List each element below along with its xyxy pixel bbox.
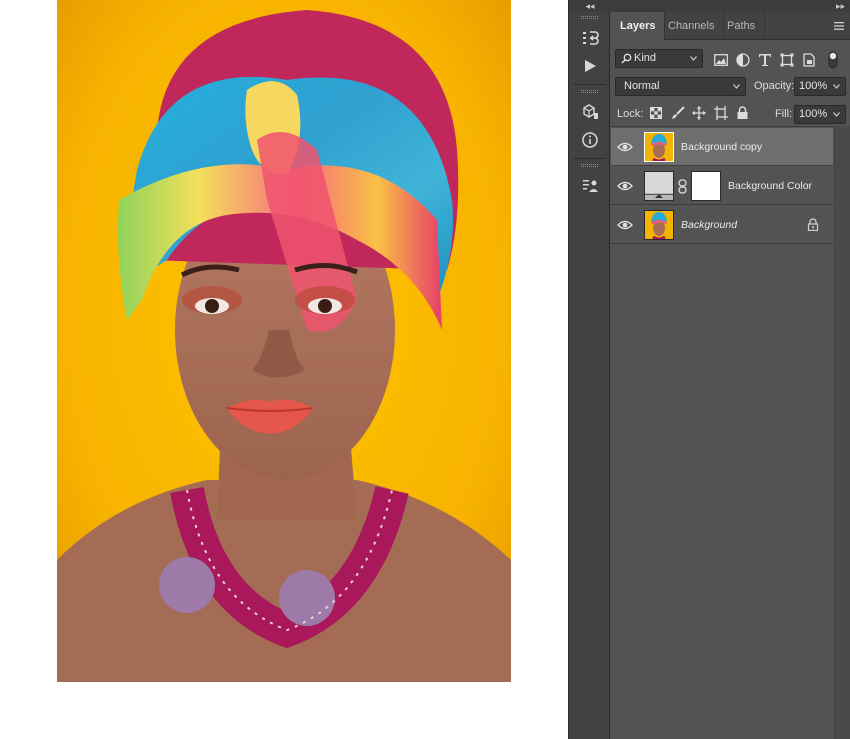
info-button[interactable] [569, 126, 610, 154]
layer-mask-thumbnail[interactable] [691, 171, 721, 201]
strip-grip-3[interactable] [581, 164, 598, 167]
type-filter-icon [759, 54, 771, 66]
blend-mode-value: Normal [624, 80, 660, 92]
layer-name[interactable]: Background Color [728, 180, 812, 192]
shape-filter-button[interactable] [779, 52, 795, 68]
artboard-icon[interactable] [714, 106, 728, 120]
chevron-down-icon [733, 84, 740, 89]
actions-button[interactable] [569, 52, 610, 80]
smart-object-filter-icon [803, 53, 815, 67]
layer-name[interactable]: Background copy [681, 141, 762, 153]
chevron-down-icon[interactable] [833, 112, 840, 117]
eye-icon[interactable] [617, 139, 633, 155]
properties-icon [582, 180, 598, 192]
properties-button[interactable] [569, 172, 610, 200]
adjustment-filter-button[interactable] [735, 52, 751, 68]
opacity-value[interactable]: 100% [799, 80, 827, 92]
search-icon [621, 53, 632, 64]
collapse-arrows-icon[interactable]: ◂◂ [585, 1, 594, 11]
3d-icon [582, 104, 598, 119]
image-filter-icon [714, 54, 728, 66]
play-icon [584, 60, 596, 72]
chain-link-icon[interactable] [678, 179, 687, 194]
layers-panel: Layers Channels Paths Kind Normal Opacit… [611, 12, 850, 739]
pixel-filter-button[interactable] [713, 52, 729, 68]
type-filter-button[interactable] [757, 52, 773, 68]
chevron-down-icon [690, 56, 697, 61]
move-icon[interactable] [692, 106, 706, 120]
filter-toggle[interactable] [827, 51, 839, 69]
filter-kind-label: Kind [634, 52, 657, 64]
expand-arrows-icon[interactable]: ▸▸ [836, 1, 845, 11]
tab-layers[interactable]: Layers [611, 12, 666, 41]
info-icon [581, 132, 598, 148]
history-button[interactable] [569, 24, 610, 52]
opacity-field[interactable]: 100% [794, 77, 846, 96]
fill-layer-thumbnail [644, 171, 674, 201]
right-panel-dock: ◂◂ ▸▸ Layers Channels Paths Kind Normal … [568, 0, 850, 739]
solid-color-fill-icon [645, 172, 673, 200]
layer-name[interactable]: Background [681, 219, 737, 231]
layer-row-background-copy[interactable]: Background copy [611, 128, 833, 166]
lock-label: Lock: [617, 108, 644, 120]
opacity-label: Opacity: [754, 80, 795, 92]
strip-grip[interactable] [581, 16, 598, 19]
brush-icon[interactable] [671, 106, 685, 120]
layer-thumbnail [644, 210, 674, 240]
panel-tabbar: Layers Channels Paths [611, 12, 850, 41]
layer-row-background-color[interactable]: Background Color [611, 167, 833, 205]
fill-label: Fill: [775, 108, 793, 120]
filter-kind-dropdown[interactable]: Kind [615, 49, 703, 68]
history-icon [582, 31, 599, 45]
collapse-left-bar[interactable]: ◂◂ [569, 0, 611, 12]
panel-menu-icon[interactable] [833, 20, 845, 32]
tab-paths[interactable]: Paths [718, 12, 766, 40]
tab-channels[interactable]: Channels [659, 12, 725, 40]
lock-icon[interactable] [807, 218, 819, 231]
layer-row-background[interactable]: Background [611, 206, 833, 244]
eye-icon[interactable] [617, 178, 633, 194]
portrait-photo [57, 0, 511, 682]
eye-icon[interactable] [617, 217, 633, 233]
layers-scrollbar[interactable] [834, 126, 850, 739]
smart-object-filter-button[interactable] [801, 52, 817, 68]
strip-grip-2[interactable] [581, 90, 598, 93]
collapse-right-bar[interactable]: ▸▸ [611, 0, 850, 12]
fill-field[interactable]: 100% [794, 105, 846, 124]
chevron-down-icon[interactable] [833, 84, 840, 89]
filter-toggle-icon [828, 51, 838, 69]
panel-icon-strip [569, 12, 610, 739]
lock-transparent-pixels-icon[interactable] [650, 107, 662, 119]
shape-filter-icon [780, 53, 794, 67]
document-canvas[interactable] [0, 0, 568, 739]
lock-all-icon[interactable] [737, 106, 748, 119]
3d-button[interactable] [569, 98, 610, 126]
blend-mode-dropdown[interactable]: Normal [615, 77, 746, 96]
adjustment-filter-icon [736, 53, 750, 67]
layer-thumbnail [644, 132, 674, 162]
fill-value[interactable]: 100% [799, 108, 827, 120]
